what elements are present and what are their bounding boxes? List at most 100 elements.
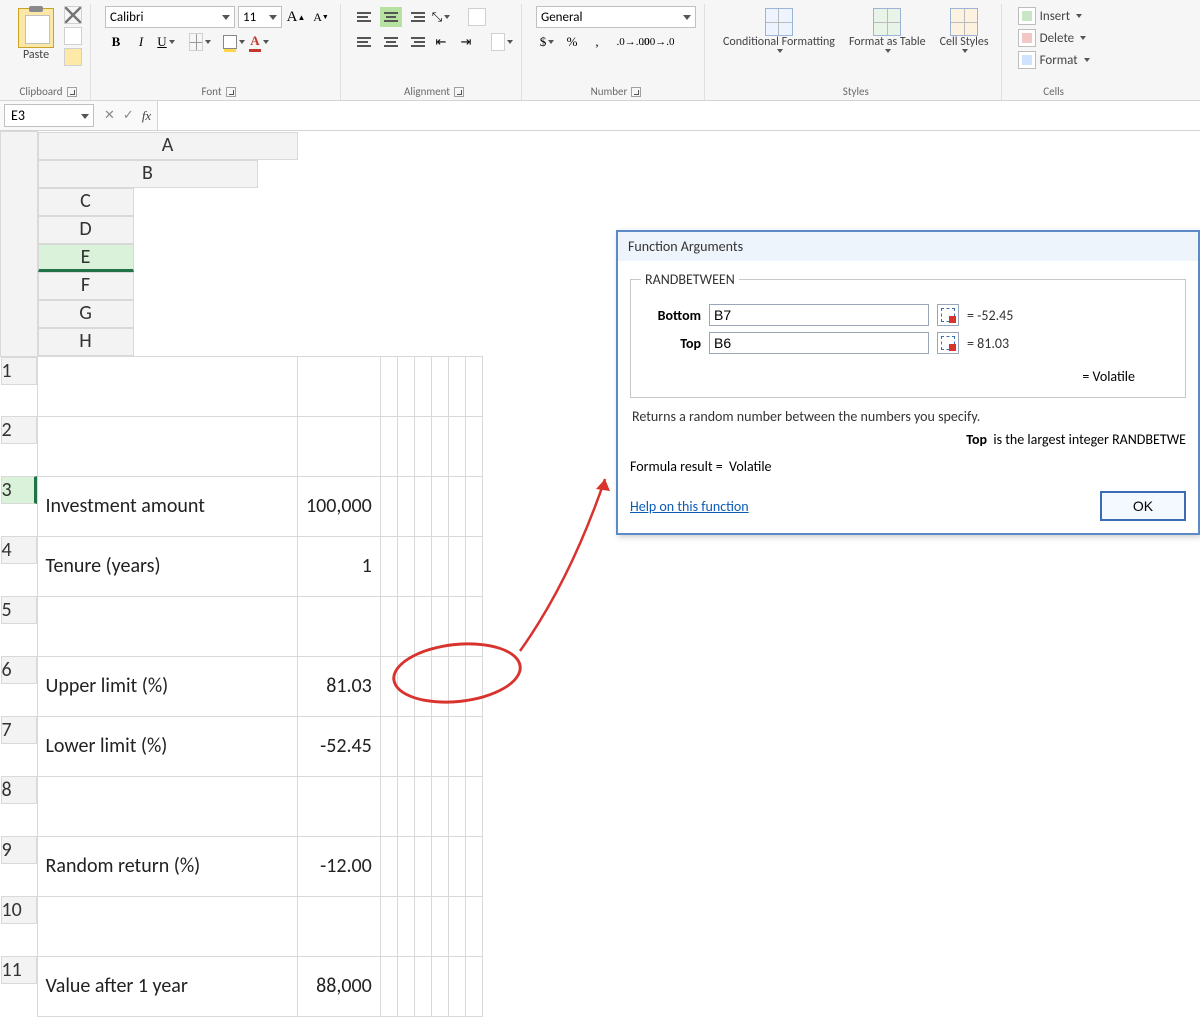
cell[interactable]: [414, 956, 431, 1016]
cell[interactable]: [298, 356, 381, 416]
cell[interactable]: [397, 896, 414, 956]
align-center-icon[interactable]: [380, 32, 402, 52]
format-button[interactable]: Format: [1016, 50, 1092, 70]
cell[interactable]: [414, 596, 431, 656]
row-header[interactable]: 1: [1, 357, 37, 385]
cell[interactable]: Lower limit (%): [37, 716, 298, 776]
select-all-corner[interactable]: [1, 132, 38, 357]
cell[interactable]: [380, 416, 397, 476]
cell[interactable]: [380, 356, 397, 416]
fx-icon[interactable]: fx: [142, 108, 151, 124]
cell[interactable]: [465, 656, 482, 716]
cell[interactable]: [431, 596, 448, 656]
cell[interactable]: [431, 476, 448, 536]
align-right-icon[interactable]: [405, 32, 427, 52]
cell[interactable]: [380, 956, 397, 1016]
cell[interactable]: [397, 956, 414, 1016]
cell[interactable]: [431, 896, 448, 956]
cell[interactable]: [397, 776, 414, 836]
align-bottom-icon[interactable]: [405, 7, 427, 27]
cell[interactable]: [431, 656, 448, 716]
collapse-dialog-icon[interactable]: [937, 332, 959, 354]
cut-icon[interactable]: [64, 6, 82, 24]
italic-button[interactable]: I: [130, 31, 152, 53]
format-painter-icon[interactable]: [64, 48, 82, 66]
enter-formula-icon[interactable]: ✓: [123, 108, 134, 123]
paste-button[interactable]: Paste: [14, 6, 58, 64]
align-middle-icon[interactable]: [380, 7, 402, 27]
cell[interactable]: [414, 536, 431, 596]
cell[interactable]: [448, 656, 465, 716]
dialog-launcher-icon[interactable]: [631, 87, 641, 97]
cell[interactable]: 81.03: [298, 656, 381, 716]
dialog-title[interactable]: Function Arguments: [618, 232, 1198, 261]
cell[interactable]: Value after 1 year: [37, 956, 298, 1016]
cell[interactable]: 88,000: [298, 956, 381, 1016]
cell[interactable]: Investment amount: [37, 476, 298, 536]
percent-button[interactable]: %: [561, 31, 583, 53]
collapse-dialog-icon[interactable]: [937, 304, 959, 326]
col-header[interactable]: B: [38, 160, 258, 188]
cell[interactable]: [414, 896, 431, 956]
col-header[interactable]: H: [38, 328, 134, 356]
row-header[interactable]: 3: [1, 476, 37, 504]
cell[interactable]: [465, 776, 482, 836]
cell[interactable]: [465, 476, 482, 536]
dialog-launcher-icon[interactable]: [454, 87, 464, 97]
cell[interactable]: [465, 836, 482, 896]
cell[interactable]: [380, 896, 397, 956]
cell[interactable]: [380, 536, 397, 596]
top-arg-input[interactable]: [709, 332, 929, 354]
cell[interactable]: [414, 836, 431, 896]
font-color-button[interactable]: A: [248, 31, 270, 53]
conditional-formatting-button[interactable]: Conditional Formatting: [719, 6, 839, 55]
cell[interactable]: [414, 476, 431, 536]
cell[interactable]: [397, 356, 414, 416]
row-header[interactable]: 5: [1, 596, 37, 624]
currency-button[interactable]: $: [536, 31, 558, 53]
cell[interactable]: [298, 596, 381, 656]
cell[interactable]: -12.00: [298, 836, 381, 896]
cell[interactable]: [37, 356, 298, 416]
cell[interactable]: -52.45: [298, 716, 381, 776]
cell[interactable]: Random return (%): [37, 836, 298, 896]
cell[interactable]: [448, 716, 465, 776]
cell[interactable]: [380, 476, 397, 536]
cell[interactable]: [431, 956, 448, 1016]
cell[interactable]: [448, 896, 465, 956]
format-as-table-button[interactable]: Format as Table: [845, 6, 930, 55]
bold-button[interactable]: B: [105, 31, 127, 53]
cell[interactable]: [414, 656, 431, 716]
row-header[interactable]: 10: [1, 896, 37, 924]
insert-button[interactable]: Insert: [1016, 6, 1085, 26]
dialog-launcher-icon[interactable]: [67, 87, 77, 97]
cell[interactable]: [298, 896, 381, 956]
cell[interactable]: [380, 776, 397, 836]
cell[interactable]: [465, 956, 482, 1016]
cell[interactable]: [431, 836, 448, 896]
cell[interactable]: [380, 656, 397, 716]
row-header[interactable]: 2: [1, 416, 37, 444]
wrap-text-icon[interactable]: [466, 6, 488, 28]
increase-font-icon[interactable]: A▲: [285, 6, 307, 28]
cell[interactable]: [414, 776, 431, 836]
row-header[interactable]: 4: [1, 536, 37, 564]
align-top-icon[interactable]: [355, 7, 377, 27]
cell[interactable]: [448, 476, 465, 536]
cell[interactable]: [298, 776, 381, 836]
increase-indent-icon[interactable]: ⇥: [455, 31, 477, 53]
cell[interactable]: [431, 716, 448, 776]
row-header[interactable]: 8: [1, 776, 37, 804]
cell[interactable]: [465, 896, 482, 956]
cell[interactable]: [397, 596, 414, 656]
cell[interactable]: [397, 836, 414, 896]
number-format-select[interactable]: General: [536, 6, 696, 28]
cell[interactable]: [414, 416, 431, 476]
cell[interactable]: [431, 356, 448, 416]
col-header[interactable]: D: [38, 216, 134, 244]
cell[interactable]: [465, 416, 482, 476]
col-header[interactable]: E: [38, 244, 134, 272]
decrease-decimal-icon[interactable]: .00→.0: [647, 31, 669, 53]
cell[interactable]: 1: [298, 536, 381, 596]
cancel-formula-icon[interactable]: ✕: [104, 108, 115, 123]
